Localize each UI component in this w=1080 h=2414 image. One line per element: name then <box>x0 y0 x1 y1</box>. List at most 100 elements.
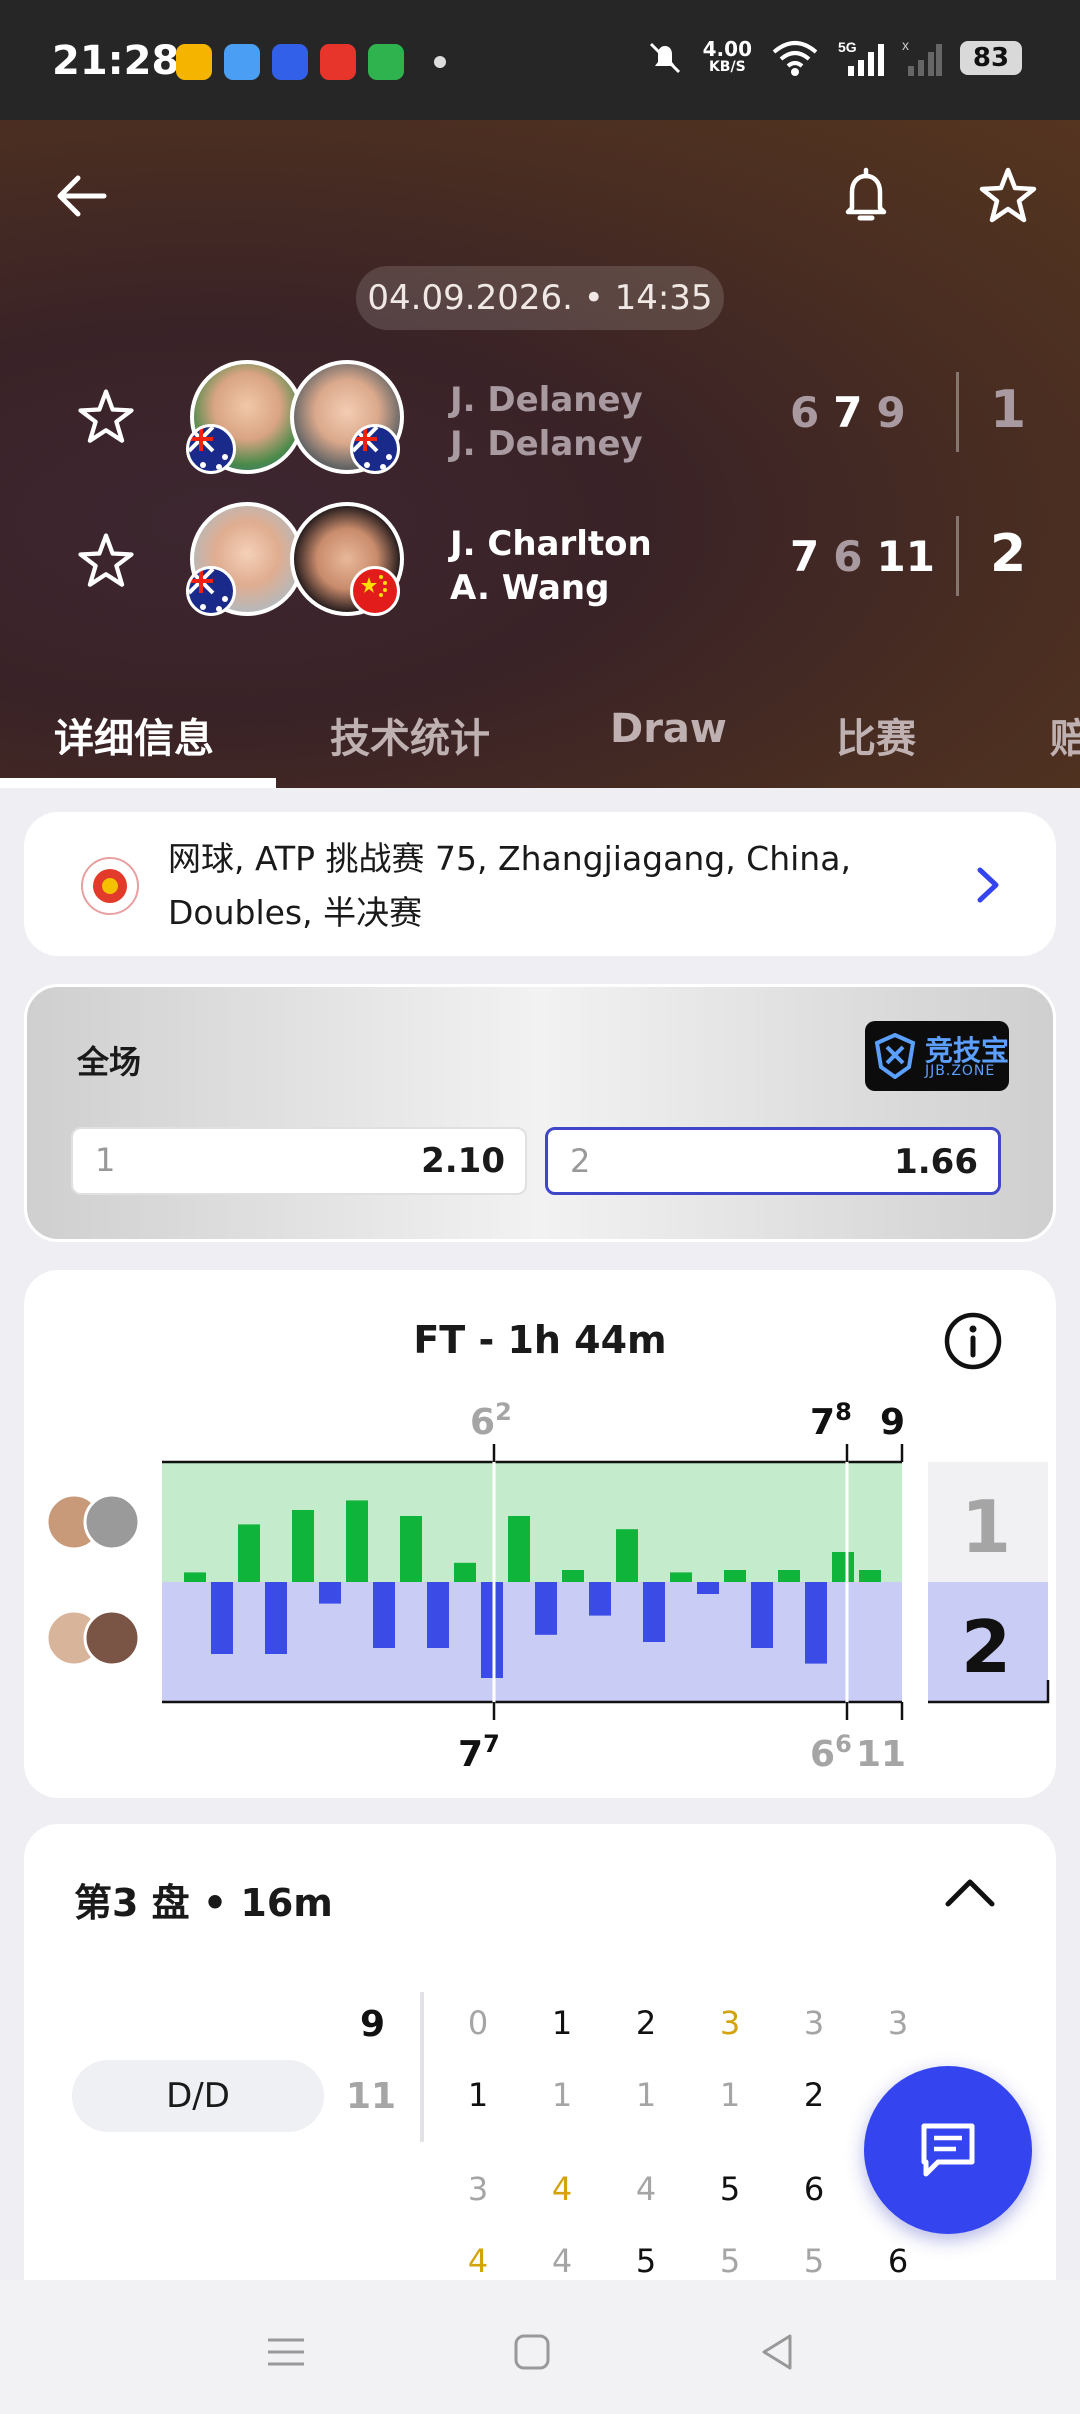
team2-player2-flag-icon <box>350 566 400 616</box>
back-nav-icon[interactable] <box>748 2322 808 2382</box>
team1-set-scores: 6 7 9 <box>790 388 906 437</box>
momentum-bar <box>535 1582 557 1635</box>
net-speed: 4.00 KB/S <box>703 39 752 76</box>
more-notifications-icon <box>434 56 446 68</box>
chat-icon <box>921 2123 975 2177</box>
momentum-bar <box>508 1516 530 1582</box>
momentum-bar <box>184 1572 206 1582</box>
tab-odds[interactable]: 赔 <box>1050 706 1080 764</box>
battery-indicator: 83 <box>960 41 1022 75</box>
momentum-bar <box>265 1582 287 1654</box>
bottom-label-set1: 77 <box>458 1730 500 1775</box>
svg-text:x: x <box>902 38 909 53</box>
top-label-set2: 78 <box>810 1398 852 1443</box>
team2-set3: 11 <box>876 532 935 581</box>
team2-star-icon[interactable] <box>72 528 140 596</box>
mute-icon <box>649 42 680 74</box>
point-score: 3 <box>803 2004 825 2042</box>
chat-button[interactable] <box>864 2066 1032 2234</box>
momentum-bar <box>616 1529 638 1582</box>
tab-bar: 详细信息 技术统计 Draw 比赛 赔 <box>0 680 1080 788</box>
odds-option-1-value: 2.10 <box>421 1141 505 1181</box>
team2-mini-avatar-2 <box>83 1609 141 1667</box>
bell-icon[interactable] <box>830 160 902 232</box>
odds-card: 全场 竞技宝 JJB.ZONE 1 2.10 2 1.66 <box>24 984 1056 1242</box>
net-speed-unit: KB/S <box>708 59 746 75</box>
tab-statistics[interactable]: 技术统计 <box>330 706 490 764</box>
team1-player2-name: J. Delaney <box>450 424 643 464</box>
team1-mini-avatars <box>45 1493 141 1551</box>
point-score: 1 <box>467 2076 489 2114</box>
signal-5g-icon: 5G <box>838 39 884 76</box>
team2-total: 2 <box>990 524 1027 584</box>
momentum-bar <box>805 1582 827 1664</box>
top-label-set1: 62 <box>470 1398 512 1443</box>
back-arrow-icon[interactable] <box>48 160 120 232</box>
momentum-chart: 62 78 9 77 66 11 1 2 <box>45 1398 1050 1775</box>
wifi-icon <box>772 41 818 76</box>
serve-pill: D/D <box>72 2060 324 2132</box>
toutiao-app-icon <box>320 44 356 80</box>
momentum-bar <box>238 1524 260 1582</box>
video-app-icon <box>368 44 404 80</box>
home-nav-icon[interactable] <box>502 2322 562 2382</box>
team2-player1-name: J. Charlton <box>450 524 652 564</box>
point-score: 1 <box>719 2076 741 2114</box>
set-score-top: 9 <box>360 2004 386 2045</box>
point-score: 6 <box>803 2170 825 2208</box>
momentum-bar <box>859 1570 881 1582</box>
team2-player1-flag-icon <box>186 566 236 616</box>
set-title: 第3 盘 • 16m <box>74 1881 333 1925</box>
team1-player2-flag-icon <box>350 424 400 474</box>
point-score: 4 <box>635 2170 657 2208</box>
momentum-bar <box>778 1570 800 1582</box>
odds-option-2-value: 1.66 <box>894 1142 978 1182</box>
team2-names[interactable]: J. Charlton A. Wang <box>450 522 652 610</box>
odds-title: 全场 <box>77 1043 142 1081</box>
point-score: 4 <box>551 2242 573 2280</box>
team1-star-icon[interactable] <box>72 384 140 452</box>
momentum-bar <box>373 1582 395 1648</box>
team1-names[interactable]: J. Delaney J. Delaney <box>450 378 643 466</box>
bookmaker-logo[interactable]: 竞技宝 JJB.ZONE <box>865 1021 1009 1091</box>
system-nav-bar <box>0 2280 1080 2414</box>
momentum-bar <box>346 1500 368 1582</box>
weather-app-icon <box>224 44 260 80</box>
tieba-app-icon <box>272 44 308 80</box>
momentum-bar <box>643 1582 665 1642</box>
odds-option-1[interactable]: 1 2.10 <box>71 1127 527 1195</box>
momentum-bar <box>562 1570 584 1582</box>
momentum-bar <box>589 1582 611 1616</box>
tournament-logo-icon <box>81 857 139 915</box>
team1-momentum-area <box>162 1462 902 1582</box>
team2-set1: 7 <box>790 532 820 581</box>
tab-matches[interactable]: 比赛 <box>836 706 916 764</box>
favorite-star-icon[interactable] <box>972 160 1044 232</box>
team1-row: J. Delaney J. Delaney 6 7 9 1 <box>0 352 1080 482</box>
team2-row: J. Charlton A. Wang 7 6 11 2 <box>0 496 1080 626</box>
score-divider <box>956 516 959 596</box>
top-label-set3: 9 <box>880 1402 905 1443</box>
point-score: 2 <box>803 2076 825 2114</box>
menu-nav-icon[interactable] <box>256 2322 316 2382</box>
chevron-up-icon[interactable] <box>940 1872 1000 1912</box>
tab-underline <box>0 778 276 788</box>
point-score: 3 <box>719 2004 741 2042</box>
point-score: 2 <box>635 2004 657 2042</box>
svg-text:5G: 5G <box>838 39 857 55</box>
tab-draw[interactable]: Draw <box>610 706 727 752</box>
tournament-card[interactable]: 网球, ATP 挑战赛 75, Zhangjiagang, China, Dou… <box>24 812 1056 956</box>
momentum-bar <box>751 1582 773 1648</box>
match-date: 04.09.2026. • 14:35 <box>356 266 724 330</box>
momentum-bar <box>427 1582 449 1648</box>
odds-option-2[interactable]: 2 1.66 <box>545 1127 1001 1195</box>
tab-details[interactable]: 详细信息 <box>54 706 214 764</box>
momentum-bar <box>292 1510 314 1582</box>
team1-mini-avatar-2 <box>83 1493 141 1551</box>
odds-option-2-label: 2 <box>570 1142 591 1180</box>
point-score: 5 <box>803 2242 825 2280</box>
team1-set1: 6 <box>790 388 820 437</box>
momentum-bar <box>400 1516 422 1582</box>
momentum-bar <box>211 1582 233 1654</box>
chevron-right-icon[interactable] <box>968 860 1008 910</box>
